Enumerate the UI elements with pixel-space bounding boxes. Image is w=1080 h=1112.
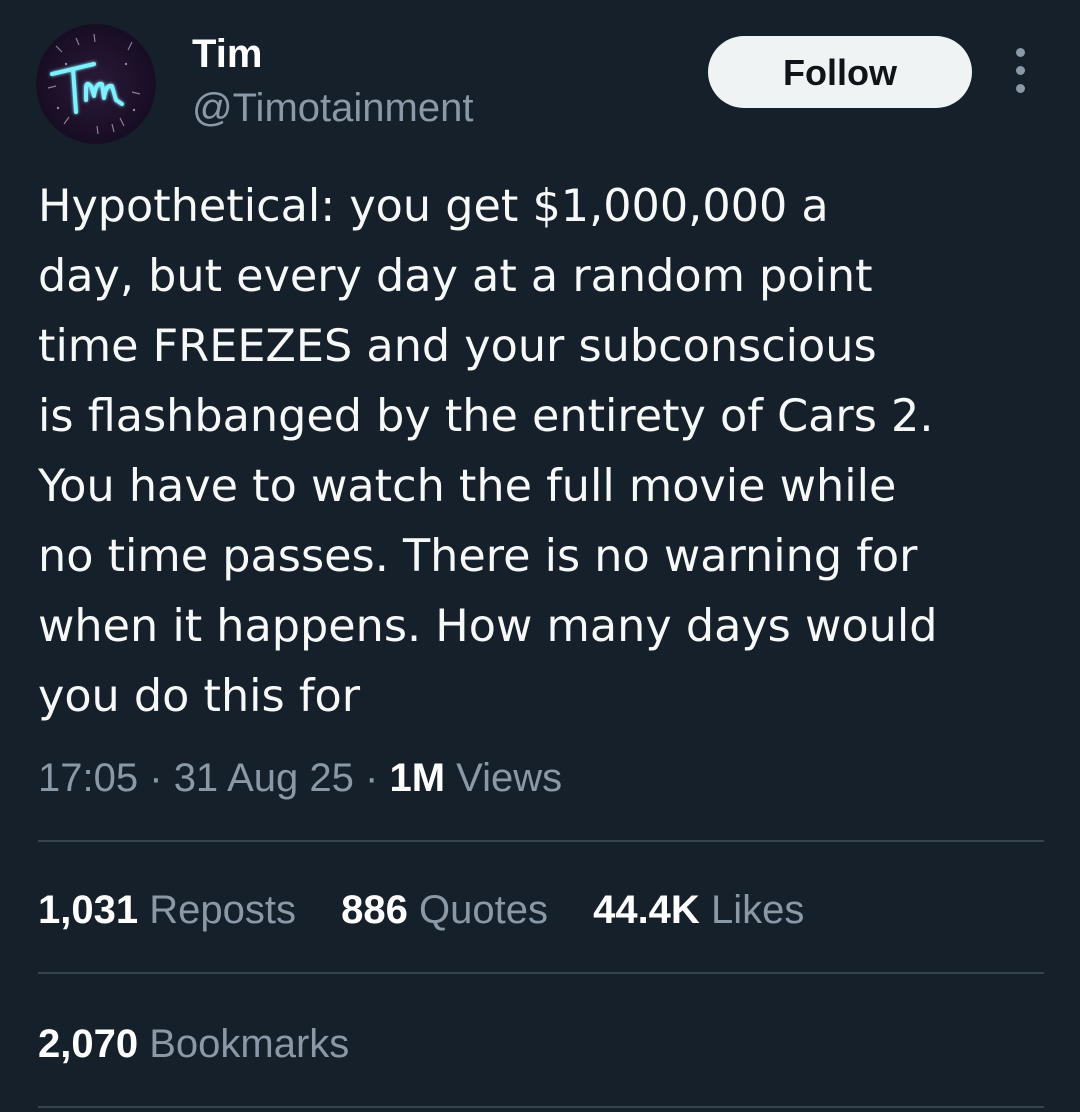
likes-label: Likes: [710, 888, 805, 932]
reposts-stat[interactable]: 1,031 Reposts: [38, 888, 296, 932]
reposts-label: Reposts: [149, 888, 296, 932]
bookmarks-label: Bookmarks: [149, 1022, 350, 1066]
bookmarks-stat[interactable]: 2,070 Bookmarks: [38, 1018, 383, 1070]
views-label: Views: [456, 756, 563, 800]
more-dot: [1015, 48, 1025, 57]
reposts-count: 1,031: [38, 888, 139, 932]
meta-separator: ·: [365, 756, 379, 800]
likes-count: 44.4K: [593, 888, 700, 932]
views-count: 1M: [389, 756, 446, 800]
quotes-stat[interactable]: 886 Quotes: [341, 888, 548, 932]
tweet-date[interactable]: 31 Aug 25: [174, 756, 354, 800]
avatar[interactable]: [36, 24, 156, 144]
likes-stat[interactable]: 44.4K Likes: [593, 888, 804, 932]
more-dot: [1015, 84, 1025, 93]
divider: [38, 840, 1044, 842]
divider: [38, 1106, 1044, 1108]
quotes-label: Quotes: [418, 888, 548, 932]
tweet-text: Hypothetical: you get $1,000,000 a day, …: [38, 181, 938, 722]
engagement-stats: 1,031 Reposts 886 Quotes 44.4K Likes: [38, 884, 838, 936]
author-handle[interactable]: @Timotainment: [192, 84, 473, 132]
avatar-logo-icon: [47, 33, 141, 135]
follow-button[interactable]: Follow: [708, 36, 972, 108]
tweet-time[interactable]: 17:05: [38, 756, 138, 800]
quotes-count: 886: [341, 888, 408, 932]
bookmarks-count: 2,070: [38, 1022, 139, 1066]
tweet-meta: 17:05 · 31 Aug 25 · 1M Views: [38, 752, 562, 804]
divider: [38, 972, 1044, 974]
more-options-icon[interactable]: [1000, 48, 1040, 98]
more-dot: [1015, 66, 1025, 75]
author-display-name[interactable]: Tim: [192, 30, 262, 78]
meta-separator: ·: [149, 756, 163, 800]
